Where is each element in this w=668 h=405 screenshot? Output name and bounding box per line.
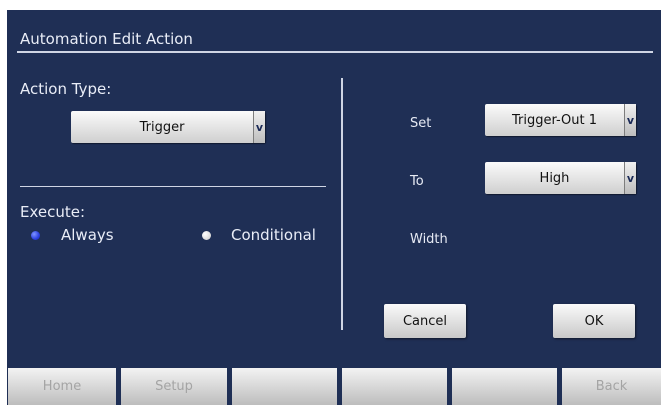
section-divider (20, 186, 326, 187)
radio-unselected-icon[interactable] (202, 231, 211, 240)
set-dropdown[interactable]: Trigger-Out 1 v (485, 104, 636, 136)
to-value: High (539, 170, 570, 186)
to-dropdown[interactable]: High v (485, 162, 636, 194)
action-type-dropdown[interactable]: Trigger v (71, 111, 265, 143)
to-label: To (410, 174, 424, 189)
execute-label: Execute: (20, 203, 86, 221)
set-value: Trigger-Out 1 (511, 112, 598, 128)
chevron-down-icon[interactable]: v (624, 104, 636, 136)
action-type-label: Action Type: (20, 80, 112, 98)
execute-option-label: Always (61, 226, 114, 244)
softkey-3[interactable] (232, 368, 337, 405)
radio-selected-icon[interactable] (31, 231, 40, 240)
softkey-4[interactable] (342, 368, 447, 405)
softkey-home[interactable]: Home (8, 368, 116, 405)
softkey-back[interactable]: Back (562, 368, 661, 405)
chevron-down-icon[interactable]: v (624, 162, 636, 194)
ok-button[interactable]: OK (553, 304, 635, 338)
automation-edit-action-screen: Automation Edit Action Action Type: Trig… (7, 10, 661, 405)
softkey-5[interactable] (452, 368, 557, 405)
chevron-down-icon[interactable]: v (253, 111, 265, 143)
softkey-bar: Home Setup Back (7, 364, 661, 405)
cancel-button[interactable]: Cancel (384, 304, 466, 338)
width-label: Width (410, 232, 448, 247)
vertical-divider (341, 78, 343, 330)
softkey-setup[interactable]: Setup (121, 368, 227, 405)
execute-option-label: Conditional (231, 226, 316, 244)
action-type-value: Trigger (139, 119, 185, 135)
title-divider (17, 51, 653, 53)
dialog-title: Automation Edit Action (20, 30, 193, 48)
set-label: Set (410, 116, 432, 131)
